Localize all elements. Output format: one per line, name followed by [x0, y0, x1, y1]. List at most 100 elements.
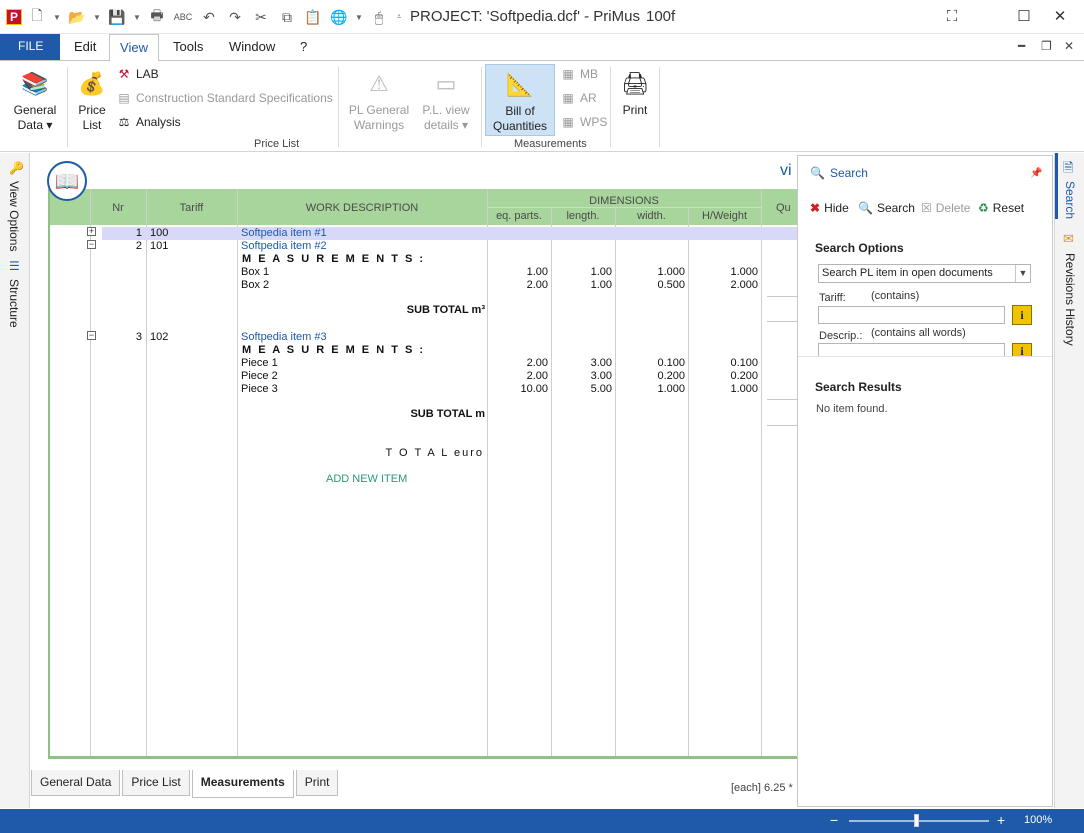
analysis-button[interactable]: ⚖ Analysis [116, 114, 181, 130]
zoom-out-button[interactable]: − [830, 812, 838, 828]
printer-icon[interactable]: 🖶 [146, 6, 168, 28]
restore-view-icon[interactable]: ⛶ [937, 4, 967, 28]
measurement-eq-parts[interactable]: 2.00 [487, 357, 548, 369]
measurement-eq-parts[interactable]: 2.00 [487, 279, 548, 291]
tab-measurements[interactable]: Measurements [191, 770, 294, 798]
mdi-close-button[interactable]: ✕ [1064, 39, 1074, 53]
chevron-down-icon[interactable]: ▼ [52, 6, 62, 28]
measurement-desc[interactable]: Piece 3 [241, 383, 278, 395]
header-width[interactable]: width. [615, 210, 688, 222]
add-new-item-link[interactable]: ADD NEW ITEM [326, 473, 407, 485]
structure-tab[interactable]: Structure [7, 279, 21, 328]
tariff-input[interactable] [818, 306, 1005, 324]
menu-view[interactable]: View [109, 34, 159, 61]
header-hweight[interactable]: H/Weight [688, 210, 761, 222]
redo-icon[interactable]: ↷ [224, 6, 246, 28]
lab-button[interactable]: ⚒ LAB [116, 66, 159, 82]
chevron-down-icon[interactable]: ▼ [92, 6, 102, 28]
measurement-length[interactable]: 3.00 [551, 357, 612, 369]
measurement-length[interactable]: 3.00 [551, 370, 612, 382]
save-icon[interactable]: 💾 [106, 6, 128, 28]
ar-button[interactable]: ▦ AR [560, 90, 596, 106]
measurement-width[interactable]: 0.500 [615, 279, 685, 291]
measurement-width[interactable]: 1.000 [615, 266, 685, 278]
measurement-desc[interactable]: Box 2 [241, 279, 269, 291]
pin-icon[interactable]: 📌 [1030, 168, 1042, 179]
maximize-button[interactable]: ☐ [1009, 4, 1039, 28]
measurement-eq-parts[interactable]: 10.00 [487, 383, 548, 395]
expand-icon[interactable]: + [87, 227, 96, 236]
header-nr[interactable]: Nr [90, 202, 146, 214]
app-icon[interactable]: P [6, 9, 22, 25]
tab-print[interactable]: Print [295, 770, 339, 796]
measurement-width[interactable]: 0.200 [615, 370, 685, 382]
spellcheck-icon[interactable]: ABC [172, 6, 194, 28]
view-options-tab[interactable]: View Options [7, 181, 21, 251]
book-icon[interactable]: 📖 [47, 161, 87, 201]
undo-icon[interactable]: ↶ [198, 6, 220, 28]
price-list-button[interactable]: 💰 Price List [72, 67, 112, 133]
measurement-length[interactable]: 1.00 [551, 266, 612, 278]
close-button[interactable]: ✕ [1045, 4, 1075, 28]
zoom-slider-track[interactable] [849, 820, 989, 822]
descrip-input[interactable] [818, 343, 1005, 356]
item-description[interactable]: Softpedia item #3 [241, 331, 327, 343]
chevron-down-icon[interactable]: ▼ [354, 6, 364, 28]
collapse-icon[interactable]: − [87, 331, 96, 340]
zoom-slider-thumb[interactable] [914, 814, 919, 827]
header-quantity[interactable]: Qu [776, 202, 796, 214]
measurement-eq-parts[interactable]: 1.00 [487, 266, 548, 278]
measurement-width[interactable]: 0.100 [615, 357, 685, 369]
mouse-icon[interactable]: 🖱 [368, 6, 390, 28]
bill-of-quantities-button[interactable]: 📐 Bill of Quantities [485, 64, 555, 136]
collapse-icon[interactable]: − [87, 240, 96, 249]
measurement-hweight[interactable]: 0.100 [688, 357, 758, 369]
item-tariff[interactable]: 101 [150, 240, 168, 252]
hide-button[interactable]: ✖ Hide [810, 201, 849, 215]
header-eq-parts[interactable]: eq. parts. [487, 210, 551, 222]
mdi-restore-button[interactable]: ❐ [1041, 39, 1052, 53]
customize-qat-icon[interactable]: ⩡ [394, 6, 404, 28]
menu-file[interactable]: FILE [0, 34, 60, 60]
menu-help[interactable]: ? [300, 39, 307, 54]
measurement-desc[interactable]: Piece 1 [241, 357, 278, 369]
search-scope-select[interactable]: Search PL item in open documents ▼ [818, 264, 1031, 283]
measurement-length[interactable]: 1.00 [551, 279, 612, 291]
descrip-info-button[interactable]: i [1012, 343, 1032, 356]
measurement-hweight[interactable]: 2.000 [688, 279, 758, 291]
reset-button[interactable]: ♻ Reset [978, 201, 1024, 215]
chevron-down-icon[interactable]: ▼ [1015, 265, 1030, 282]
pl-general-warnings-button[interactable]: ⚠ PL General Warnings [344, 67, 414, 133]
header-tariff[interactable]: Tariff [146, 202, 237, 214]
open-folder-icon[interactable]: 📂 [66, 6, 88, 28]
item-tariff[interactable]: 102 [150, 331, 168, 343]
header-work-description[interactable]: WORK DESCRIPTION [237, 202, 487, 214]
menu-edit[interactable]: Edit [74, 39, 96, 54]
new-doc-icon[interactable]: 🗋 [26, 6, 48, 28]
measurement-hweight[interactable]: 0.200 [688, 370, 758, 382]
paste-icon[interactable]: 📋 [302, 6, 324, 28]
construction-specs-button[interactable]: ▤ Construction Standard Specifications [116, 90, 332, 106]
measurement-desc[interactable]: Piece 2 [241, 370, 278, 382]
search-side-tab[interactable]: Search [1063, 181, 1077, 219]
menu-tools[interactable]: Tools [173, 39, 203, 54]
cut-icon[interactable]: ✂ [250, 6, 272, 28]
print-button[interactable]: 🖨 Print [616, 67, 654, 118]
measurement-eq-parts[interactable]: 2.00 [487, 370, 548, 382]
tab-price-list[interactable]: Price List [122, 770, 190, 796]
measurement-desc[interactable]: Box 1 [241, 266, 269, 278]
delete-button[interactable]: ☒ Delete [921, 201, 970, 215]
measurement-hweight[interactable]: 1.000 [688, 383, 758, 395]
item-description[interactable]: Softpedia item #1 [241, 227, 327, 239]
chevron-down-icon[interactable]: ▼ [132, 6, 142, 28]
header-length[interactable]: length. [551, 210, 615, 222]
zoom-in-button[interactable]: + [997, 812, 1005, 828]
search-button[interactable]: 🔍 Search [858, 201, 915, 215]
revisions-history-tab[interactable]: Revisions History [1063, 253, 1077, 346]
mdi-minimize-button[interactable]: ━ [1018, 39, 1025, 53]
wps-button[interactable]: ▦ WPS [560, 114, 607, 130]
general-data-button[interactable]: 📚 General Data ▾ [8, 67, 62, 133]
menu-window[interactable]: Window [229, 39, 275, 54]
pl-view-details-button[interactable]: ▭ P.L. view details ▾ [416, 67, 476, 133]
tab-general-data[interactable]: General Data [31, 770, 121, 796]
